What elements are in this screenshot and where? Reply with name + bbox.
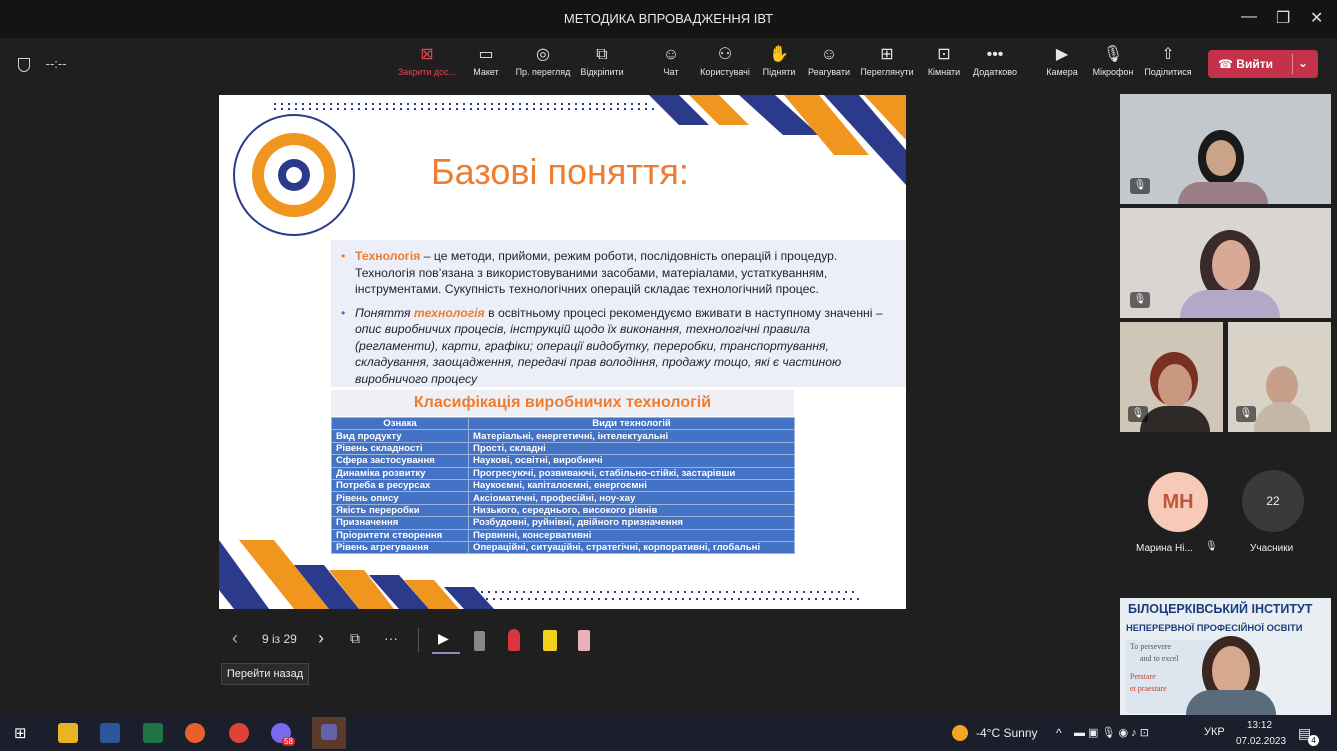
table-row: Призначення Розбудовні, руйнівні, двійног… (331, 516, 795, 530)
chat-icon: ☺ (662, 46, 680, 63)
notification-badge: 4 (1308, 735, 1319, 746)
next-slide-button[interactable]: › (318, 628, 324, 649)
table-row: Потреба в ресурсах Наукоємні, капіталоємн… (331, 478, 795, 493)
sun-icon (952, 725, 968, 741)
meeting-timer: --:-- (18, 56, 67, 72)
chrome-icon[interactable] (229, 723, 249, 743)
windows-taskbar: ⊞ 58 -4°C Sunny ^ ▬ ▣ 🎙 ◉ ♪ ⊡ УКР 13:12 … (0, 715, 1337, 751)
maximize-icon[interactable]: ❐ (1276, 8, 1290, 28)
rooms-icon: ⊡ (937, 46, 951, 63)
eye-icon: ◎ (536, 46, 550, 63)
bullet-technology: • Технологія – це методи, прийоми, режим… (341, 249, 838, 296)
presenter-video-tile[interactable]: БІЛОЦЕРКІВСЬКИЙ ІНСТИТУТ НЕПЕРЕРВНОЇ ПРО… (1120, 598, 1331, 715)
hand-icon: ✋ (769, 46, 789, 63)
mic-off-icon: 🎙 (1130, 292, 1150, 308)
eraser-icon[interactable] (578, 630, 590, 651)
mic-off-icon: 🎙 (1205, 541, 1218, 552)
leave-button[interactable]: ☎ Вийти ⌄ (1208, 50, 1318, 78)
close-share-icon: ⊠ (420, 46, 434, 63)
table-row: Рівень опису Аксіоматичні, професійні, но… (331, 491, 795, 505)
highlighter-icon[interactable] (543, 630, 557, 651)
table-row: Сфера застосування Наукові, освітні, виро… (331, 454, 795, 468)
participant-video-tile[interactable]: 🎙 (1120, 322, 1223, 432)
slide-title: Базові поняття: (431, 151, 689, 192)
title-bar: МЕТОДИКА ВПРОВАДЖЕННЯ ІВТ — ❐ ✕ (0, 0, 1337, 38)
table-row: Вид продукту Матеріальні, енергетичні, ін… (331, 429, 795, 443)
layout-button[interactable]: ▭ Макет (470, 43, 502, 77)
classification-table: Ознака Види технологій Вид продукту Матер… (331, 416, 795, 555)
excel-icon[interactable] (143, 723, 163, 743)
microphone-button[interactable]: 🎙 Мікрофон (1087, 43, 1139, 77)
table-row: Рівень складності Прості, складні (331, 441, 795, 456)
rooms-button[interactable]: ⊡ Кімнати (922, 43, 966, 77)
clock-date[interactable]: 07.02.2023 (1236, 736, 1286, 747)
participant-avatar[interactable]: МН (1148, 472, 1208, 532)
table-row: Пріоритети створення Первинні, консервати… (331, 528, 795, 542)
word-icon[interactable] (100, 723, 120, 743)
participant-video-tile[interactable]: 🎙 (1228, 322, 1331, 432)
pen-icon[interactable] (474, 631, 485, 651)
people-button[interactable]: ⚇ Користувачі (694, 43, 756, 77)
mic-icon: 🎙 (1102, 46, 1124, 63)
participant-count-badge[interactable]: 22 (1242, 470, 1304, 532)
red-pen-icon[interactable] (508, 629, 520, 651)
mic-off-icon: 🎙 (1130, 178, 1150, 194)
more-button[interactable]: ••• Додатково (968, 43, 1022, 77)
minimize-icon[interactable]: — (1241, 8, 1257, 26)
share-button[interactable]: ⇧ Поділитися (1140, 43, 1196, 77)
keyboard-language[interactable]: УКР (1204, 726, 1225, 738)
weather-text[interactable]: -4°C Sunny (976, 726, 1038, 740)
popout-button[interactable]: ⧉ Відкріпити (576, 43, 628, 77)
view-button[interactable]: ⊞ Переглянути (856, 43, 918, 77)
mic-off-icon: 🎙 (1236, 406, 1256, 422)
mic-off-icon: 🎙 (1128, 406, 1148, 422)
participant-name: Марина Ні... (1136, 543, 1193, 554)
participant-video-tile[interactable]: 🎙 (1120, 94, 1331, 204)
react-button[interactable]: ☺ Реагувати (804, 43, 854, 77)
more-icon: ••• (986, 46, 1004, 63)
popout-icon: ⧉ (596, 46, 608, 63)
preview-button[interactable]: ◎ Пр. перегляд (512, 43, 574, 77)
participants-label: Учасники (1250, 543, 1294, 554)
classification-title: Класифікація виробничих технологій (331, 390, 794, 416)
phone-hangup-icon: ☎ (1218, 57, 1237, 71)
participant-video-tile[interactable]: 🎙 (1120, 208, 1331, 318)
windows-start-icon[interactable]: ⊞ (14, 724, 34, 744)
notification-count: 58 (282, 737, 295, 746)
tray-chevron-icon[interactable]: ^ (1056, 726, 1062, 740)
firefox-icon[interactable] (185, 723, 205, 743)
prev-slide-button[interactable]: ‹ (232, 628, 238, 649)
grid-icon: ⊞ (880, 46, 894, 63)
laser-pointer-icon[interactable]: ▶ (438, 630, 449, 647)
shield-icon (18, 57, 30, 72)
smiley-icon: ☺ (820, 46, 838, 63)
share-icon: ⇧ (1161, 46, 1175, 63)
table-row: Якість переробки Низького, середнього, ви… (331, 503, 795, 518)
table-row: Рівень агрегування Операційні, ситуаційні… (331, 540, 795, 555)
bullet-technology-concept: • Поняття технологія в освітньому процес… (341, 305, 883, 386)
tooltip: Перейти назад (221, 663, 309, 685)
layout-icon: ▭ (478, 46, 494, 63)
clock-time[interactable]: 13:12 (1247, 720, 1272, 731)
table-row: Динаміка розвитку Прогресуючі, розвиваючі… (331, 466, 795, 480)
more-options-icon[interactable]: ··· (384, 630, 398, 646)
raise-hand-button[interactable]: ✋ Підняти (759, 43, 799, 77)
chat-button[interactable]: ☺ Чат (657, 43, 685, 77)
tray-icons[interactable]: ▬ ▣ 🎙 ◉ ♪ ⊡ (1074, 726, 1149, 739)
table-header-row: Ознака Види технологій (331, 416, 795, 431)
window-title: МЕТОДИКА ВПРОВАДЖЕННЯ ІВТ (563, 11, 774, 26)
definitions-box: • Технологія – це методи, прийоми, режим… (331, 240, 906, 387)
people-icon: ⚇ (717, 46, 733, 63)
chevron-down-icon[interactable]: ⌄ (1298, 56, 1308, 70)
shared-slide: Базові поняття: • Технологія – це методи… (219, 95, 906, 609)
page-indicator: 9 із 29 (262, 632, 297, 646)
close-share-button[interactable]: ⊠ Закрити дос... (396, 43, 458, 77)
slides-grid-icon[interactable]: ⧉ (350, 630, 360, 647)
close-window-icon[interactable]: ✕ (1310, 8, 1323, 28)
file-explorer-icon[interactable] (58, 723, 78, 743)
camera-button[interactable]: ▶ Камера (1042, 43, 1082, 77)
camera-icon: ▶ (1055, 46, 1069, 63)
